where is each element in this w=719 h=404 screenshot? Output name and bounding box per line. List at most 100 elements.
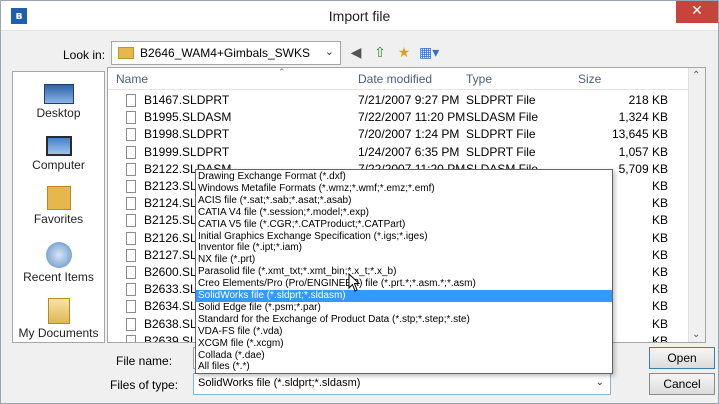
new-folder-icon[interactable]: ★ (395, 44, 413, 62)
place-label: Desktop (36, 106, 81, 120)
file-type-option[interactable]: XCGM file (*.xcgm) (196, 338, 612, 350)
file-type-option[interactable]: SolidWorks file (*.sldprt;*.sldasm) (196, 290, 612, 302)
look-in-label: Look in: (63, 48, 106, 62)
recent-items-icon (45, 242, 72, 268)
file-icon (126, 231, 136, 245)
file-row[interactable]: B1995.SLDASM 7/22/2007 11:20 PM SLDASM Fil… (108, 109, 705, 126)
file-date: 7/20/2007 1:24 PM (358, 127, 460, 142)
file-type-option[interactable]: CATIA V4 file (*.session;*.model;*.exp) (196, 207, 612, 219)
file-size: 13,645 KB (611, 127, 668, 142)
view-menu-icon[interactable]: ▦▾ (419, 44, 439, 62)
file-name: B1995.SLDASM (144, 110, 232, 125)
file-icon (126, 145, 136, 159)
file-icon (126, 334, 136, 342)
file-name: B1998.SLDPRT (144, 127, 230, 142)
scroll-down-icon[interactable]: ⌄ (692, 329, 700, 340)
place-desktop[interactable]: Desktop (13, 80, 104, 120)
file-type-option[interactable]: Inventor file (*.ipt;*.iam) (196, 242, 612, 254)
file-icon (126, 128, 136, 142)
file-name-label: File name: (116, 354, 173, 368)
file-type-option[interactable]: Creo Elements/Pro (Pro/ENGINEER) file (*… (196, 278, 612, 290)
computer-icon (45, 136, 72, 156)
column-header-type[interactable]: Type (466, 72, 492, 86)
column-header-date[interactable]: Date modified (358, 72, 432, 86)
file-type-option[interactable]: Collada (*.dae) (196, 350, 612, 362)
file-type-option[interactable]: NX file (*.prt) (196, 254, 612, 266)
file-type-option[interactable]: Windows Metafile Formats (*.wmz;*.wmf;*.… (196, 183, 612, 195)
file-icon (126, 111, 136, 125)
place-my-documents[interactable]: My Documents (13, 298, 104, 340)
place-label: My Documents (18, 326, 99, 340)
file-row[interactable]: B1998.SLDPRT 7/20/2007 1:24 PM SLDPRT File… (108, 126, 705, 143)
import-file-dialog: в Import file ✕ Look in: B2646_WAM4+Gimb… (0, 0, 719, 404)
file-date: 7/21/2007 9:27 PM (358, 93, 460, 107)
file-list-header: Name ⌃ Date modified Type Size (108, 67, 705, 90)
back-icon[interactable]: ◀ (347, 44, 365, 62)
file-type-option[interactable]: All files (*.*) (196, 361, 612, 373)
file-icon (126, 162, 136, 176)
file-date: 1/24/2007 6:35 PM (358, 144, 460, 159)
file-type-option[interactable]: CATIA V5 file (*.CGR;*.CATProduct;*.CATP… (196, 219, 612, 231)
file-type-option[interactable]: Standard for the Exchange of Product Dat… (196, 314, 612, 326)
file-icon (126, 180, 136, 193)
file-icon (126, 283, 136, 297)
mouse-pointer-icon (348, 273, 361, 292)
chevron-down-icon: ⌄ (324, 45, 334, 58)
folder-icon (118, 47, 134, 59)
file-type: SLDPRT File (466, 93, 536, 107)
file-icon (126, 248, 136, 262)
close-button[interactable]: ✕ (676, 1, 718, 23)
file-type-option[interactable]: Drawing Exchange Format (*.dxf) (196, 171, 612, 183)
desktop-icon (43, 84, 74, 104)
navigation-toolbar: ◀ ⇧ ★ ▦▾ (347, 43, 440, 63)
file-icon (126, 300, 136, 314)
dialog-title: Import file (328, 8, 391, 24)
file-type-options-list[interactable]: Drawing Exchange Format (*.dxf) Windows M… (195, 169, 613, 374)
open-button[interactable]: Open (649, 347, 715, 369)
file-type-value: SolidWorks file (*.sldprt;*.sldasm) (198, 377, 361, 389)
file-date: 7/22/2007 11:20 PM (358, 110, 466, 125)
my-documents-icon (47, 298, 70, 324)
file-name: B1467.SLDPRT (144, 93, 230, 107)
file-icon (126, 197, 136, 211)
file-type-option[interactable]: ACIS file (*.sat;*.sab;*.asat;*.asab) (196, 195, 612, 207)
file-type-dropdown[interactable]: SolidWorks file (*.sldprt;*.sldasm) ⌄ (193, 373, 611, 395)
favorites-icon (46, 186, 71, 210)
file-type-option[interactable]: Initial Graphics Exchange Specification … (196, 231, 612, 243)
file-type: SLDPRT File (466, 144, 536, 159)
column-header-name[interactable]: Name (116, 72, 148, 86)
file-size: 1,057 KB (618, 144, 668, 159)
file-size: 1,324 KB (618, 110, 668, 125)
look-in-dropdown[interactable]: B2646_WAM4+Gimbals_SWKS ⌄ (111, 41, 341, 65)
file-size: 218 KB (628, 93, 668, 107)
file-icon (126, 317, 136, 331)
file-name: B1999.SLDPRT (144, 144, 230, 159)
file-row[interactable]: B1999.SLDPRT 1/24/2007 6:35 PM SLDPRT File… (108, 144, 705, 161)
file-type-option[interactable]: Solid Edge file (*.psm;*.par) (196, 302, 612, 314)
place-favorites[interactable]: Favorites (13, 186, 104, 226)
place-label: Computer (32, 158, 85, 172)
file-type-label: Files of type: (110, 378, 179, 392)
look-in-value: B2646_WAM4+Gimbals_SWKS (140, 46, 310, 60)
place-computer[interactable]: Computer (13, 132, 104, 172)
places-bar: Desktop Computer Favorites Recent Items … (12, 71, 105, 343)
file-icon (126, 266, 136, 279)
file-icon (126, 214, 136, 228)
cancel-button[interactable]: Cancel (649, 373, 715, 395)
sort-ascending-icon: ⌃ (278, 67, 286, 77)
column-header-size[interactable]: Size (578, 72, 601, 86)
place-label: Favorites (33, 212, 84, 226)
up-folder-icon[interactable]: ⇧ (371, 44, 389, 62)
file-type: SLDPRT File (466, 127, 536, 142)
vertical-scrollbar[interactable]: ⌃ ⌄ (688, 68, 705, 342)
file-type: SLDASM File (466, 110, 539, 125)
file-type-option[interactable]: Parasolid file (*.xmt_txt;*.xmt_bin;*.x_… (196, 266, 612, 278)
place-recent-items[interactable]: Recent Items (13, 242, 104, 284)
scroll-up-icon[interactable]: ⌃ (692, 70, 700, 81)
title-bar: в Import file ✕ (1, 1, 718, 31)
chevron-down-icon: ⌄ (595, 377, 604, 388)
file-icon (126, 94, 136, 107)
file-row[interactable]: B1467.SLDPRT 7/21/2007 9:27 PM SLDPRT File… (108, 92, 705, 109)
file-type-option[interactable]: VDA-FS file (*.vda) (196, 326, 612, 338)
close-icon: ✕ (691, 3, 703, 19)
